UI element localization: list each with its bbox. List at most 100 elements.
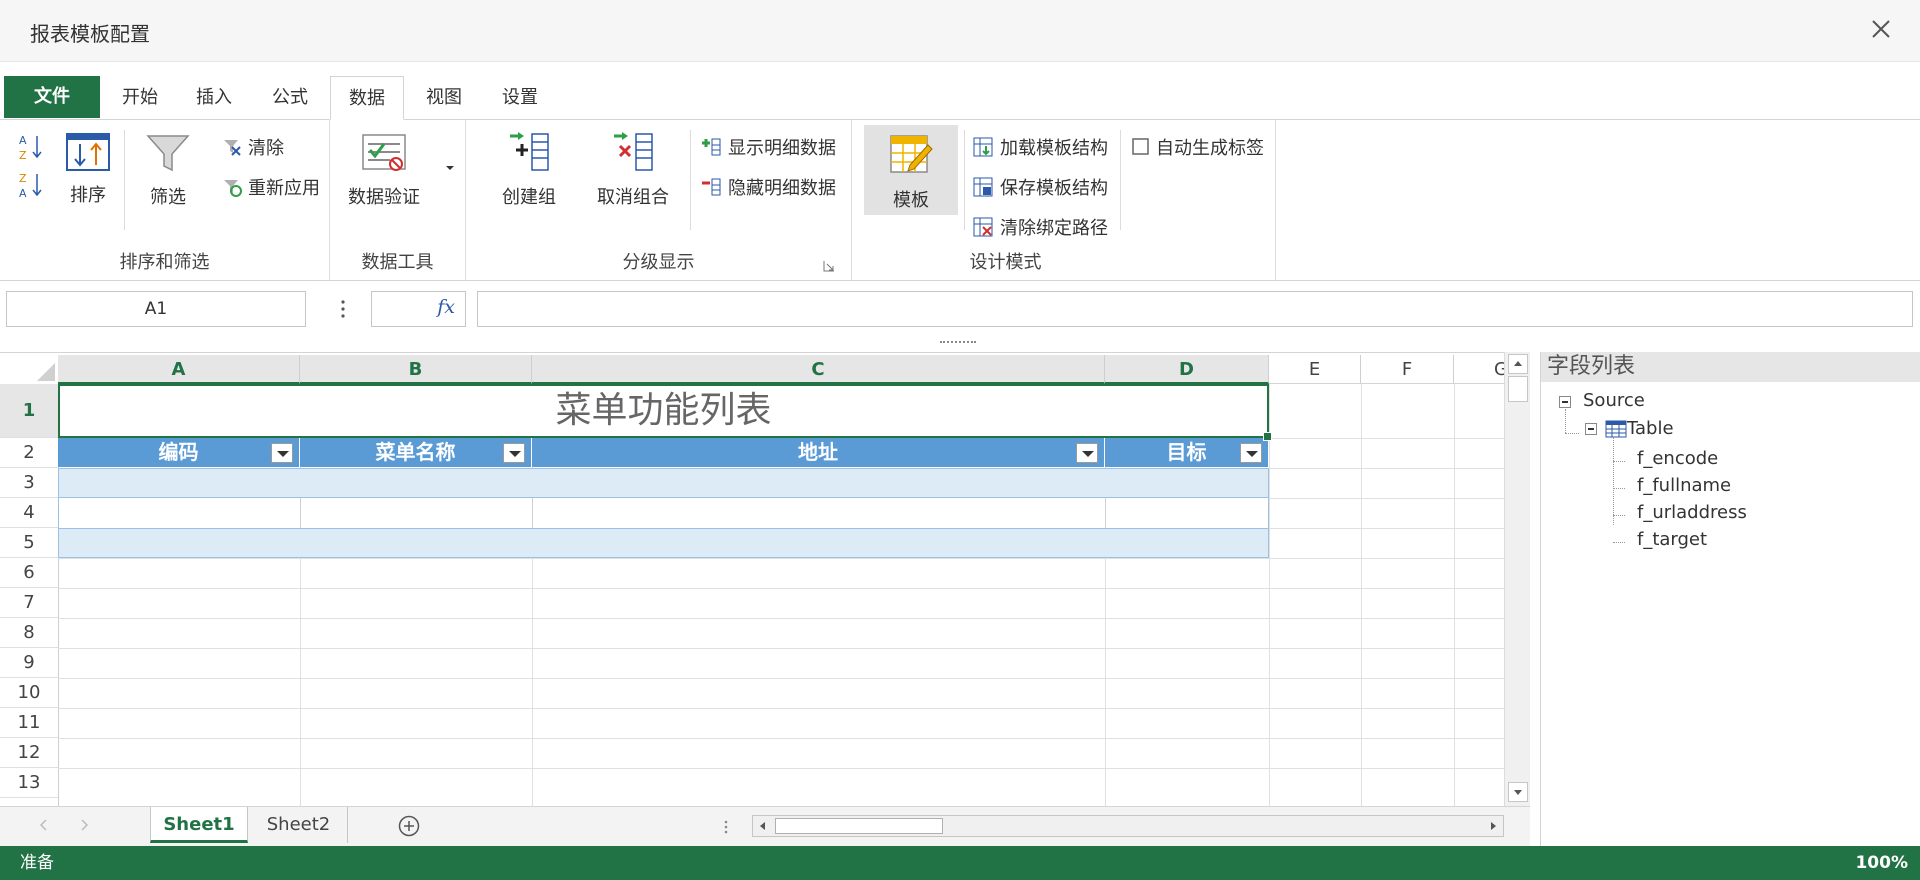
scroll-thumb[interactable] (775, 818, 943, 834)
more-vertical-icon[interactable] (722, 817, 730, 837)
tab-file[interactable]: 文件 (4, 76, 100, 118)
tab-home[interactable]: 开始 (112, 76, 168, 120)
reapply-icon (224, 180, 242, 197)
create-group-label: 创建组 (502, 187, 556, 208)
name-box[interactable]: A1 (6, 291, 306, 327)
tab-view[interactable]: 视图 (416, 76, 472, 120)
table-row-5[interactable] (58, 528, 1269, 558)
col-header-g[interactable]: G (1454, 355, 1504, 384)
next-sheet-icon[interactable] (76, 817, 92, 833)
table-header-cell[interactable]: 地址 (532, 438, 1105, 467)
close-icon[interactable] (1866, 14, 1896, 44)
row-header-4[interactable]: 4 (0, 498, 58, 528)
col-header-e[interactable]: E (1269, 355, 1361, 384)
template-button[interactable]: 模板 (864, 125, 958, 215)
reapply-label: 重新应用 (248, 178, 320, 199)
create-group-button[interactable]: 创建组 (494, 130, 564, 209)
col-header-c[interactable]: C (532, 355, 1105, 384)
formula-input[interactable] (477, 291, 1913, 327)
row-header-7[interactable]: 7 (0, 588, 58, 618)
sort-asc-button[interactable]: A Z (16, 132, 46, 167)
collapse-icon[interactable] (1585, 423, 1597, 435)
zoom-level[interactable]: 100% (1855, 846, 1908, 880)
tab-insert[interactable]: 插入 (186, 76, 242, 120)
dialog-title: 报表模板配置 (30, 22, 150, 46)
tree-node-table[interactable]: Table (1605, 418, 1674, 439)
group-design-mode: 模板 加载模板结构 保存模板结构 清除绑定路径 自动生成标签 设计模式 (852, 120, 1276, 280)
filter-dropdown-icon[interactable] (271, 443, 293, 463)
row-header-13[interactable]: 13 (0, 768, 58, 798)
filter-dropdown-icon[interactable] (1240, 443, 1262, 463)
scroll-down-icon[interactable] (1508, 782, 1528, 802)
filter-dropdown-icon[interactable] (1076, 443, 1098, 463)
reapply-button[interactable]: 重新应用 (222, 174, 320, 200)
tree-node-source[interactable]: Source (1583, 390, 1645, 411)
hide-detail-button[interactable]: 隐藏明细数据 (700, 174, 836, 200)
col-header-f[interactable]: F (1361, 355, 1454, 384)
gridline (1269, 384, 1270, 806)
horizontal-scrollbar[interactable] (752, 815, 1504, 837)
filter-dropdown-icon[interactable] (503, 443, 525, 463)
clear-filter-button[interactable]: 清除 (222, 134, 284, 160)
ungroup-button[interactable]: 取消组合 (594, 130, 672, 209)
row-header-8[interactable]: 8 (0, 618, 58, 648)
spreadsheet-grid[interactable]: A B C D E F G 1 2 3 4 5 6 7 8 9 10 11 12… (0, 352, 1504, 806)
col-header-d[interactable]: D (1105, 355, 1269, 384)
col-header-b[interactable]: B (300, 355, 532, 384)
title-cell-a1[interactable]: 菜单功能列表 (58, 384, 1272, 441)
row-header-1[interactable]: 1 (0, 384, 58, 438)
add-sheet-icon[interactable] (398, 815, 420, 837)
tab-formulas[interactable]: 公式 (262, 76, 318, 120)
auto-label-label: 自动生成标签 (1156, 138, 1264, 159)
scroll-left-icon[interactable] (755, 818, 771, 834)
sort-desc-button[interactable]: Z A (16, 170, 46, 205)
scroll-right-icon[interactable] (1485, 818, 1501, 834)
load-template-button[interactable]: 加载模板结构 (972, 134, 1108, 160)
scroll-up-icon[interactable] (1508, 354, 1528, 374)
row-header-9[interactable]: 9 (0, 648, 58, 678)
scroll-thumb[interactable] (1508, 376, 1528, 402)
show-detail-button[interactable]: 显示明细数据 (700, 134, 836, 160)
row-header-11[interactable]: 11 (0, 708, 58, 738)
more-vertical-icon[interactable] (333, 293, 353, 325)
tree-line (1613, 488, 1625, 489)
prev-sheet-icon[interactable] (36, 817, 52, 833)
row-header-10[interactable]: 10 (0, 678, 58, 708)
table-row-4[interactable] (58, 498, 1269, 528)
table-header-cell[interactable]: 编码 (58, 438, 300, 467)
col-header-a[interactable]: A (58, 355, 300, 384)
auto-label-checkbox[interactable]: 自动生成标签 (1132, 134, 1264, 160)
row-header-12[interactable]: 12 (0, 738, 58, 768)
select-all-corner[interactable] (0, 355, 58, 384)
fx-icon[interactable]: fx (437, 296, 455, 318)
resize-handle[interactable] (940, 341, 976, 345)
table-header-cell[interactable]: 目标 (1105, 438, 1269, 467)
row-header-3[interactable]: 3 (0, 468, 58, 498)
data-validation-dropdown[interactable] (442, 156, 458, 177)
sort-button[interactable]: 排序 (60, 132, 116, 207)
table-row-3[interactable] (58, 468, 1269, 498)
data-validation-button[interactable]: 数据验证 (344, 132, 424, 209)
row-header-2[interactable]: 2 (0, 438, 58, 468)
vertical-scrollbar[interactable] (1504, 352, 1530, 806)
load-template-label: 加载模板结构 (1000, 138, 1108, 159)
separator (690, 130, 691, 230)
insert-function-box[interactable]: fx (371, 291, 466, 327)
save-template-button[interactable]: 保存模板结构 (972, 174, 1108, 200)
clear-binding-label: 清除绑定路径 (1000, 218, 1108, 239)
tab-data[interactable]: 数据 (330, 76, 404, 120)
field-f-fullname[interactable]: f_fullname (1637, 475, 1731, 496)
clear-binding-button[interactable]: 清除绑定路径 (972, 214, 1108, 240)
sheet-tab-sheet2[interactable]: Sheet2 (250, 807, 348, 843)
table-header-cell[interactable]: 菜单名称 (300, 438, 532, 467)
field-f-urladdress[interactable]: f_urladdress (1637, 502, 1747, 523)
tab-settings[interactable]: 设置 (492, 76, 548, 120)
field-f-target[interactable]: f_target (1637, 529, 1707, 550)
row-header-5[interactable]: 5 (0, 528, 58, 558)
collapse-icon[interactable] (1559, 396, 1571, 408)
field-f-encode[interactable]: f_encode (1637, 448, 1718, 469)
filter-button[interactable]: 筛选 (140, 132, 196, 209)
row-header-6[interactable]: 6 (0, 558, 58, 588)
sheet-tab-sheet1[interactable]: Sheet1 (150, 807, 248, 843)
tree-line (1565, 433, 1579, 434)
